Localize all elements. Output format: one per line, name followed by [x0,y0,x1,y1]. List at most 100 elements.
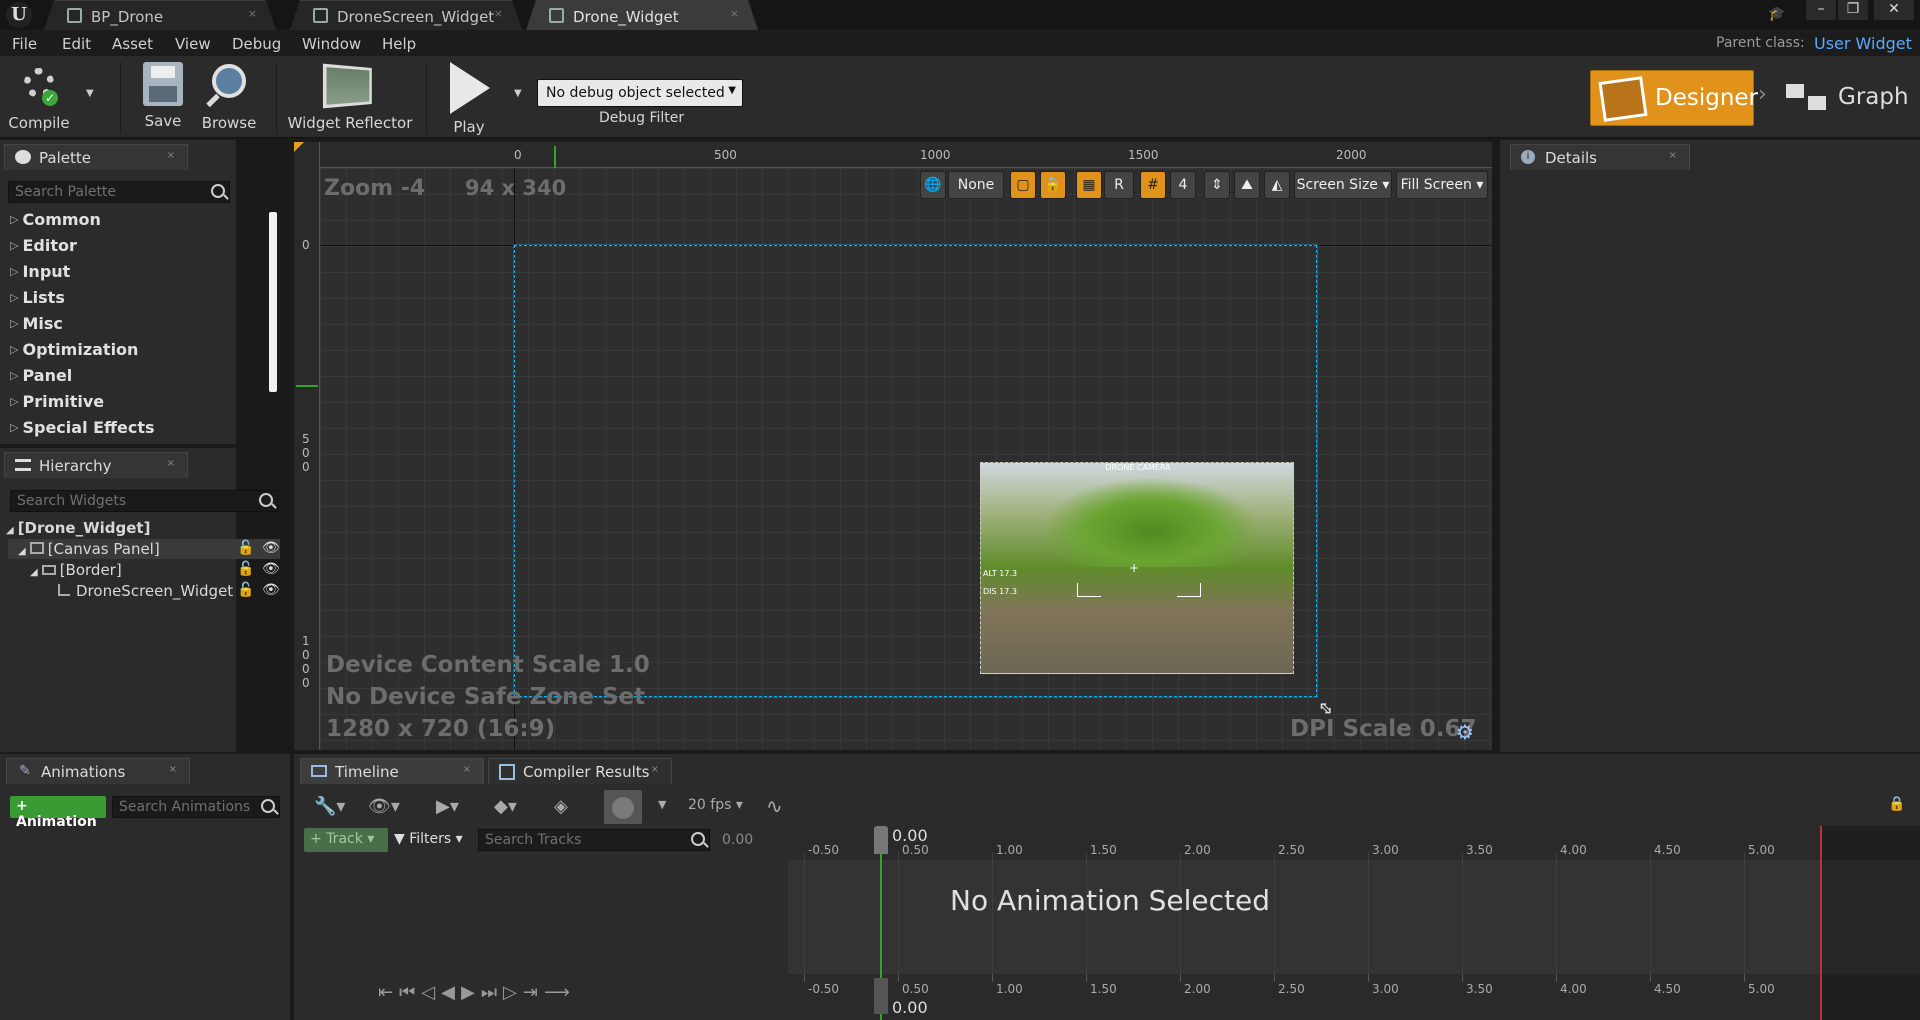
tab-palette[interactable]: Palette × [4,144,188,170]
close-icon[interactable]: × [248,7,257,20]
background-image-icon[interactable]: ⛰ [1234,171,1260,199]
menu-file[interactable]: File [12,35,37,53]
visibility-eye-icon[interactable]: 👁 [262,540,280,556]
loop-icon[interactable]: ⟶ [544,982,576,1003]
learn-icon[interactable]: 🎓 [1768,6,1786,22]
respect-locks-button[interactable]: R [1104,171,1134,199]
minimize-button[interactable]: – [1806,0,1836,20]
end-marker[interactable] [1820,826,1822,1020]
prev-key-icon[interactable]: ◁ [421,982,441,1003]
tab-timeline[interactable]: Timeline × [300,758,484,784]
menu-debug[interactable]: Debug [232,35,281,53]
play-options-chevron-icon[interactable]: ▼ [514,88,522,99]
compile-button[interactable]: ✓ Compile [6,58,72,132]
parent-class-link[interactable]: User Widget [1814,34,1912,53]
hierarchy-item-border[interactable]: ◢ [Border] [30,561,122,579]
lock-icon[interactable]: 🔓 [237,561,254,577]
menu-edit[interactable]: Edit [62,35,91,53]
play-forward-icon[interactable]: ▶ [461,982,481,1003]
debug-object-select[interactable]: No debug object selected ▼ [537,79,743,107]
lock-icon[interactable]: 🔓 [237,540,254,556]
step-back-icon[interactable]: ⏮ [399,982,421,1003]
palette-scrollbar[interactable] [269,212,277,392]
reverse-icon[interactable]: ◀ [441,982,461,1003]
hierarchy-item-dronescreen-widget[interactable]: DroneScreen_Widget [58,582,233,600]
menu-asset[interactable]: Asset [112,35,153,53]
go-to-start-icon[interactable]: ⇤ [378,982,399,1003]
visibility-eye-icon[interactable]: 👁 [262,561,280,577]
tab-details[interactable]: i Details × [1510,144,1690,170]
category-lists[interactable]: Lists [10,288,64,307]
menu-view[interactable]: View [175,35,211,53]
widget-reflector-button[interactable]: Widget Reflector [286,58,414,132]
menu-window[interactable]: Window [302,35,361,53]
flip-icon[interactable]: ◭ [1264,171,1290,199]
category-optimization[interactable]: Optimization [10,340,138,359]
hierarchy-root[interactable]: ◢ [Drone_Widget] [6,519,150,537]
keyframe-icon[interactable]: ◆▾ [494,796,517,817]
add-track-button[interactable]: + Track ▾ [304,828,388,852]
lock-timeline-icon[interactable]: 🔒 [1888,796,1905,812]
timeline-track-area[interactable] [788,860,1920,974]
close-icon[interactable]: × [494,7,503,20]
close-icon[interactable]: × [167,458,175,469]
layout-toggle-icon[interactable]: ▦ [1076,171,1102,199]
playhead-handle-bottom[interactable] [874,978,888,1014]
auto-key-chevron-icon[interactable]: ▼ [658,798,666,811]
grid-size-dropdown[interactable]: 4 [1170,171,1196,199]
category-misc[interactable]: Misc [10,314,62,333]
tab-compiler-results[interactable]: Compiler Results × [488,758,672,784]
designer-mode-button[interactable]: Designer [1590,70,1758,126]
none-dropdown[interactable]: None [948,171,1004,199]
settings-wrench-icon[interactable]: 🔧▾ [314,796,345,817]
close-icon[interactable]: × [167,150,175,161]
lock-icon[interactable]: 🔓 [237,582,254,598]
world-icon[interactable]: 🌐 [920,171,946,199]
hierarchy-search-input[interactable]: Search Widgets [10,490,278,512]
tab-hierarchy[interactable]: Hierarchy × [4,452,188,478]
category-panel[interactable]: Panel [10,366,72,385]
close-window-button[interactable]: ✕ [1874,0,1914,20]
go-to-end-icon[interactable]: ⇥ [523,982,544,1003]
close-icon[interactable]: × [730,7,739,20]
playhead-handle[interactable] [874,826,888,854]
playback-play-icon[interactable]: ▶▾ [436,796,459,817]
screen-size-dropdown[interactable]: Screen Size ▾ [1294,171,1392,199]
play-button[interactable]: Play [436,58,502,136]
outline-toggle-icon[interactable]: ▢ [1010,171,1036,199]
animation-search-input[interactable]: Search Animations [112,796,280,818]
category-primitive[interactable]: Primitive [10,392,104,411]
fit-icon[interactable]: ⇕ [1204,171,1230,199]
graph-mode-button[interactable]: Graph [1780,70,1916,126]
close-icon[interactable]: × [651,764,659,775]
maximize-button[interactable]: ❐ [1838,0,1868,20]
category-input[interactable]: Input [10,262,70,281]
compile-options-chevron-icon[interactable]: ▼ [86,88,94,99]
category-editor[interactable]: Editor [10,236,76,255]
save-button[interactable]: Save [130,58,196,130]
hierarchy-item-canvas-panel[interactable]: ◢ [Canvas Panel] [18,540,160,558]
category-common[interactable]: Common [10,210,100,229]
browse-button[interactable]: Browse [196,58,262,132]
palette-search-input[interactable]: Search Palette [8,181,230,203]
tab-drone-widget[interactable]: Drone_Widget × [526,0,758,30]
dpi-settings-gear-icon[interactable]: ⚙ [1456,720,1474,744]
add-animation-button[interactable]: + Animation [10,796,106,830]
step-forward-icon[interactable]: ⏭ [481,982,503,1003]
close-icon[interactable]: × [1669,150,1677,161]
curve-editor-icon[interactable]: ∿ [766,794,783,818]
menu-help[interactable]: Help [382,35,416,53]
key-all-icon[interactable]: ◈ [554,796,568,817]
category-special-effects[interactable]: Special Effects [10,418,154,437]
unreal-logo-icon[interactable]: U [6,2,32,28]
tab-bp-drone[interactable]: BP_Drone × [44,0,276,30]
fps-dropdown[interactable]: 20 fps ▾ [688,797,743,813]
next-key-icon[interactable]: ▷ [503,982,523,1003]
close-icon[interactable]: × [169,764,177,775]
visibility-eye-icon[interactable]: 👁 [262,582,280,598]
auto-key-toggle[interactable] [604,790,642,824]
fill-screen-dropdown[interactable]: Fill Screen ▾ [1396,171,1488,199]
tab-dronescreen-widget[interactable]: DroneScreen_Widget × [290,0,522,30]
grid-snap-icon[interactable]: # [1140,171,1166,199]
close-icon[interactable]: × [463,764,471,775]
